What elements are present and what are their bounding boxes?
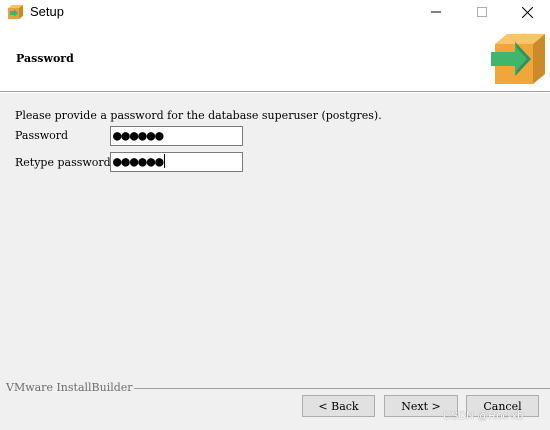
password-label: Password — [15, 129, 69, 142]
back-button[interactable]: < Back — [302, 395, 375, 417]
installbuilder-brand: VMware InstallBuilder — [6, 381, 133, 394]
text-caret — [163, 154, 165, 168]
password-field[interactable]: ●●●●●● — [110, 126, 243, 146]
retype-password-label: Retype password — [15, 156, 111, 169]
watermark: CSDN @Roc-xb — [443, 410, 524, 422]
window-title: Setup — [30, 4, 64, 19]
app-icon — [8, 5, 23, 19]
retype-password-value: ●●●●●● — [113, 154, 164, 170]
title-bar: Setup — [0, 0, 550, 24]
content-area: Please provide a password for the databa… — [0, 93, 550, 430]
description-text: Please provide a password for the databa… — [15, 109, 382, 122]
minimize-icon — [431, 11, 441, 13]
page-header: Password — [0, 24, 550, 92]
close-icon — [521, 6, 533, 18]
close-button[interactable] — [504, 0, 550, 24]
maximize-button[interactable] — [459, 0, 505, 24]
footer-divider — [134, 388, 550, 389]
minimize-button[interactable] — [413, 0, 459, 24]
retype-password-field[interactable]: ●●●●●● — [110, 152, 243, 172]
installer-box-icon — [491, 34, 545, 84]
password-value: ●●●●●● — [113, 128, 164, 144]
maximize-icon — [477, 7, 487, 17]
page-title: Password — [16, 52, 74, 65]
